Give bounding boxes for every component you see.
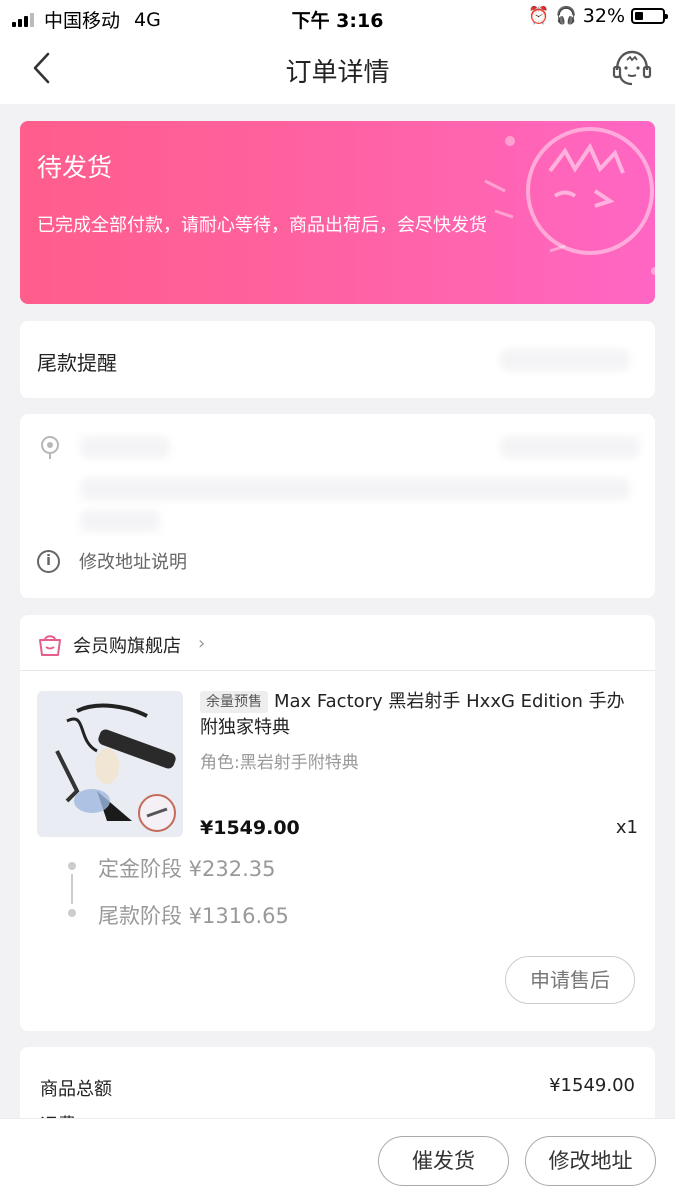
redacted-address-line-2 [80, 510, 160, 532]
chevron-right-icon: › [198, 633, 206, 654]
deposit-stage: 定金阶段 ¥232.35 [98, 857, 276, 881]
total-value: ¥1549.00 [549, 1075, 635, 1096]
redacted-reminder-value [500, 349, 630, 371]
info-icon: i [37, 549, 60, 573]
product-title[interactable]: 余量预售 Max Factory 黑岩射手 HxxG Edition 手办 附独家… [200, 689, 640, 741]
urge-shipment-button[interactable]: 催发货 [378, 1136, 509, 1186]
product-quantity: x1 [615, 817, 638, 838]
shop-bag-icon [39, 635, 61, 656]
battery-icon [631, 8, 668, 24]
order-card: 会员购旗舰店 › 余量预售 Max Factory 黑岩射手 HxxG Editi… [20, 615, 655, 1031]
balance-stage: 尾款阶段 ¥1316.65 [98, 904, 289, 928]
nav-bar: 订单详情 [0, 34, 675, 104]
total-row: 商品总额 ¥1549.00 [40, 1075, 635, 1101]
status-bar: 中国移动 4G 下午 3:16 ⏰ 🎧 32% [0, 0, 675, 34]
customer-service-icon[interactable] [611, 48, 653, 88]
address-card[interactable]: i 修改地址说明 [20, 414, 655, 598]
figure-image-icon [37, 691, 183, 837]
location-pin-icon [41, 436, 59, 459]
redacted-address-line [80, 478, 630, 500]
order-status-banner: 待发货 已完成全部付款，请耐心等待，商品出荷后，会尽快发货 [20, 121, 655, 304]
modify-address-info-label: 修改地址说明 [79, 552, 187, 573]
alarm-icon: ⏰ [528, 6, 550, 26]
page-title: 订单详情 [285, 58, 390, 88]
stage-dot [68, 862, 76, 870]
battery-percent: 32% [582, 5, 625, 27]
order-status-description: 已完成全部付款，请耐心等待，商品出荷后，会尽快发货 [37, 215, 487, 236]
status-right: ⏰ 🎧 32% [528, 5, 668, 27]
mascot-decoration-icon [484, 127, 655, 275]
headphones-icon: 🎧 [555, 6, 577, 26]
after-sale-button[interactable]: 申请售后 [505, 956, 635, 1004]
balance-reminder-card[interactable]: 尾款提醒 [20, 321, 655, 398]
modify-address-button[interactable]: 修改地址 [525, 1136, 656, 1186]
order-status-title: 待发货 [37, 153, 113, 182]
shop-name: 会员购旗舰店 [73, 636, 181, 657]
redacted-recipient-name [80, 436, 170, 458]
stage-connector [71, 874, 73, 904]
shop-header[interactable]: 会员购旗舰店 › [20, 615, 655, 671]
product-variant: 角色:黑岩射手附特典 [200, 753, 359, 773]
balance-reminder-label: 尾款提醒 [37, 351, 117, 375]
modify-address-info[interactable]: i 修改地址说明 [37, 548, 187, 574]
total-label: 商品总额 [40, 1079, 112, 1100]
presale-tag: 余量预售 [200, 691, 268, 713]
bottom-action-bar: 催发货 修改地址 [0, 1118, 675, 1200]
stage-dot [68, 909, 76, 917]
product-image[interactable] [37, 691, 183, 837]
product-price: ¥1549.00 [200, 817, 300, 839]
redacted-recipient-phone [500, 436, 640, 458]
